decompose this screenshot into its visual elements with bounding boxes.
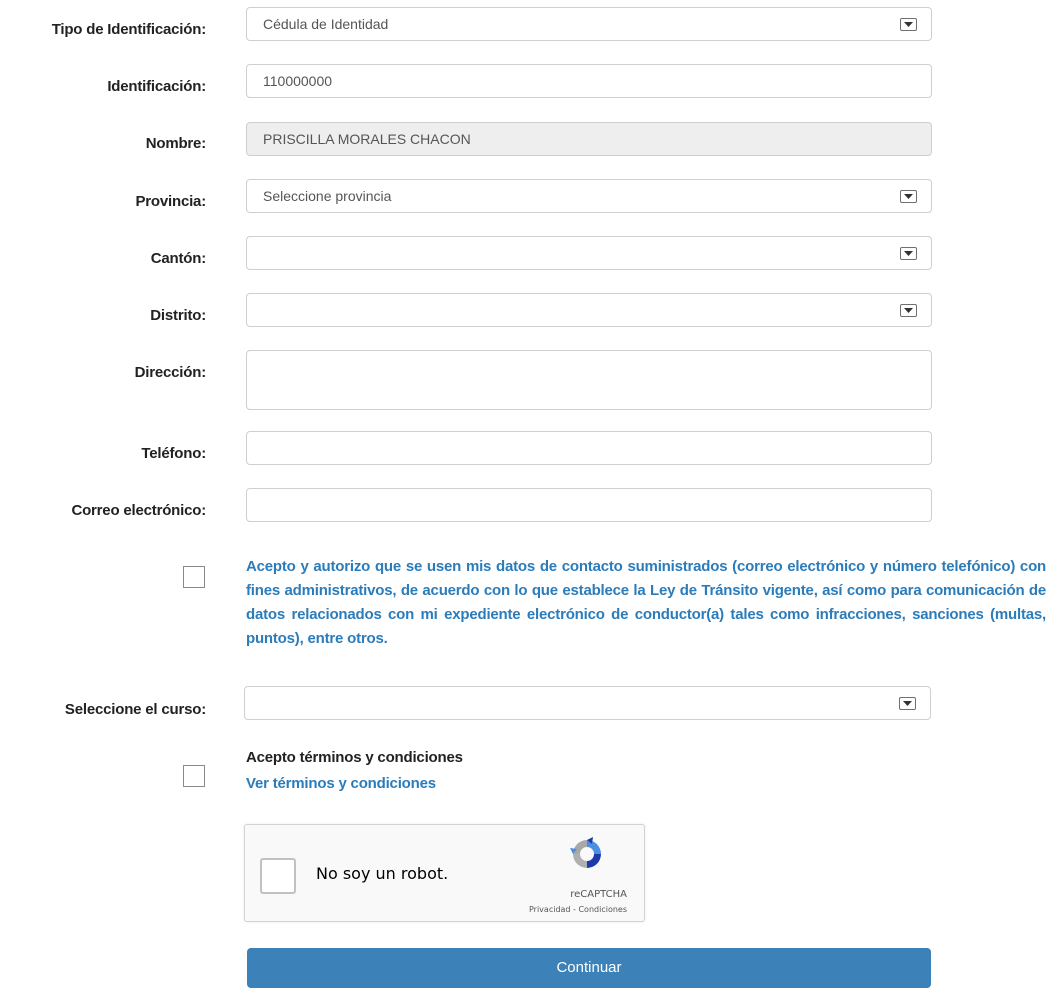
direccion-label: Dirección:	[134, 364, 207, 381]
identificacion-label: Identificación:	[107, 78, 206, 95]
tipo-identificacion-label: Tipo de Identificación:	[51, 21, 207, 38]
recaptcha-checkbox[interactable]	[260, 858, 296, 894]
chevron-down-icon	[900, 304, 917, 317]
continuar-button[interactable]: Continuar	[247, 948, 931, 988]
chevron-down-icon	[900, 18, 917, 31]
nombre-input: PRISCILLA MORALES CHACON	[246, 122, 932, 156]
distrito-select[interactable]	[246, 293, 932, 327]
recaptcha-links[interactable]: Privacidad - Condiciones	[529, 905, 627, 914]
consent-text: Acepto y autorizo que se usen mis datos …	[246, 558, 1046, 647]
chevron-down-icon	[899, 697, 916, 710]
direccion-textarea[interactable]	[246, 350, 932, 410]
correo-label: Correo electrónico:	[71, 502, 206, 519]
identificacion-input[interactable]: 110000000	[246, 64, 932, 98]
nombre-value: PRISCILLA MORALES CHACON	[263, 131, 471, 147]
telefono-label: Teléfono:	[141, 445, 206, 462]
terms-checkbox[interactable]	[183, 765, 205, 787]
canton-label: Cantón:	[150, 250, 206, 267]
tipo-identificacion-value: Cédula de Identidad	[263, 16, 389, 32]
terms-link[interactable]: Ver términos y condiciones	[246, 775, 436, 792]
distrito-label: Distrito:	[150, 307, 206, 324]
provincia-label: Provincia:	[135, 193, 206, 210]
telefono-input[interactable]	[246, 431, 932, 465]
chevron-down-icon	[900, 247, 917, 260]
recaptcha-logo-icon	[570, 837, 604, 876]
curso-select[interactable]	[244, 686, 931, 720]
curso-label: Seleccione el curso:	[64, 701, 206, 718]
terms-title: Acepto términos y condiciones	[246, 749, 463, 766]
provincia-select[interactable]: Seleccione provincia	[246, 179, 932, 213]
recaptcha-brand: reCAPTCHA	[570, 889, 627, 900]
correo-input[interactable]	[246, 488, 932, 522]
tipo-identificacion-select[interactable]: Cédula de Identidad	[246, 7, 932, 41]
identificacion-value: 110000000	[263, 73, 333, 89]
recaptcha-widget: No soy un robot. reCAPTCHA Privacidad - …	[244, 824, 645, 922]
provincia-value: Seleccione provincia	[263, 188, 392, 204]
recaptcha-label: No soy un robot.	[316, 864, 449, 883]
nombre-label: Nombre:	[145, 135, 206, 152]
chevron-down-icon	[900, 190, 917, 203]
canton-select[interactable]	[246, 236, 932, 270]
consent-checkbox[interactable]	[183, 566, 205, 588]
